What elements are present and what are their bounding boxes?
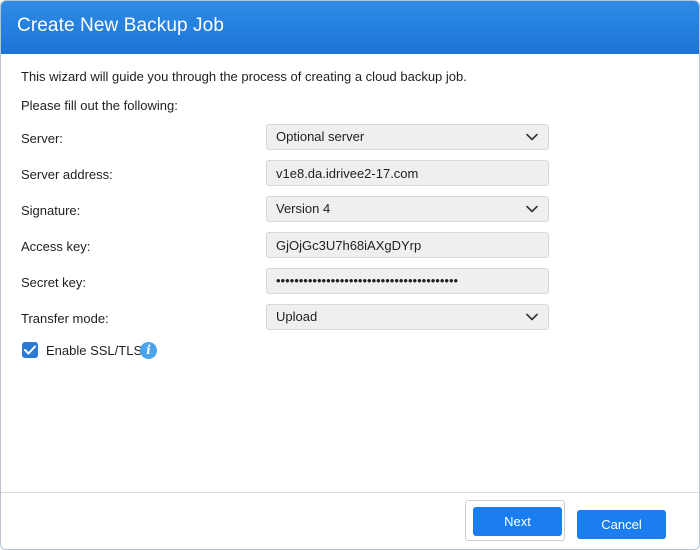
server-address-input[interactable] [266, 160, 549, 186]
enable-ssl-checkbox[interactable] [22, 342, 38, 358]
intro-text: This wizard will guide you through the p… [21, 69, 467, 84]
signature-select-value: Version 4 [276, 201, 331, 216]
next-button[interactable]: Next [473, 507, 562, 536]
server-label: Server: [21, 131, 63, 146]
signature-label: Signature: [21, 203, 81, 218]
server-select[interactable]: Optional server [266, 124, 549, 150]
transfer-mode-select-value: Upload [276, 309, 318, 324]
info-icon[interactable]: i [140, 342, 157, 359]
server-address-label: Server address: [21, 167, 113, 182]
signature-select[interactable]: Version 4 [266, 196, 549, 222]
dialog-title: Create New Backup Job [17, 15, 224, 36]
transfer-mode-label: Transfer mode: [21, 311, 109, 326]
subintro-text: Please fill out the following: [21, 98, 178, 113]
access-key-label: Access key: [21, 239, 91, 254]
chevron-down-icon [526, 205, 538, 213]
transfer-mode-select[interactable]: Upload [266, 304, 549, 330]
cancel-button[interactable]: Cancel [577, 510, 666, 539]
chevron-down-icon [526, 313, 538, 321]
check-icon [24, 345, 36, 355]
secret-key-input[interactable]: •••••••••••••••••••••••••••••••••••••••• [266, 268, 549, 294]
chevron-down-icon [526, 133, 538, 141]
enable-ssl-label[interactable]: Enable SSL/TLS [46, 343, 142, 358]
secret-key-label: Secret key: [21, 275, 87, 290]
title-bar: Create New Backup Job [1, 1, 699, 54]
access-key-input[interactable] [266, 232, 549, 258]
server-select-value: Optional server [276, 129, 365, 144]
create-backup-job-dialog: Create New Backup Job This wizard will g… [0, 0, 700, 550]
